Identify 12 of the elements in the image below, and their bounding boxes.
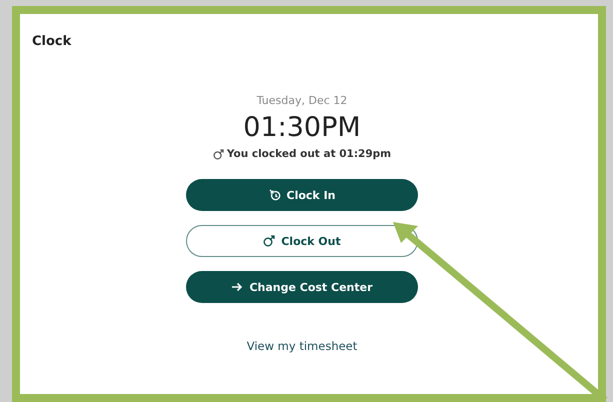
arrow-right-icon: [231, 281, 244, 293]
time-text: 01:30PM: [243, 112, 361, 143]
clock-action-button[interactable]: Clock Out: [186, 225, 418, 257]
status-text: You clocked out at 01:29pm: [226, 148, 392, 160]
clock-out-icon: [263, 235, 276, 247]
clock-out-icon: [212, 148, 224, 160]
clock-action-button[interactable]: Clock In: [186, 179, 418, 211]
card-title: Clock: [32, 34, 72, 49]
clock-in-icon: [268, 189, 280, 201]
date-text: Tuesday, Dec 12: [256, 94, 348, 107]
clock-action-button[interactable]: Change Cost Center: [186, 271, 418, 303]
timesheet-link[interactable]: View my timesheet: [246, 339, 358, 353]
